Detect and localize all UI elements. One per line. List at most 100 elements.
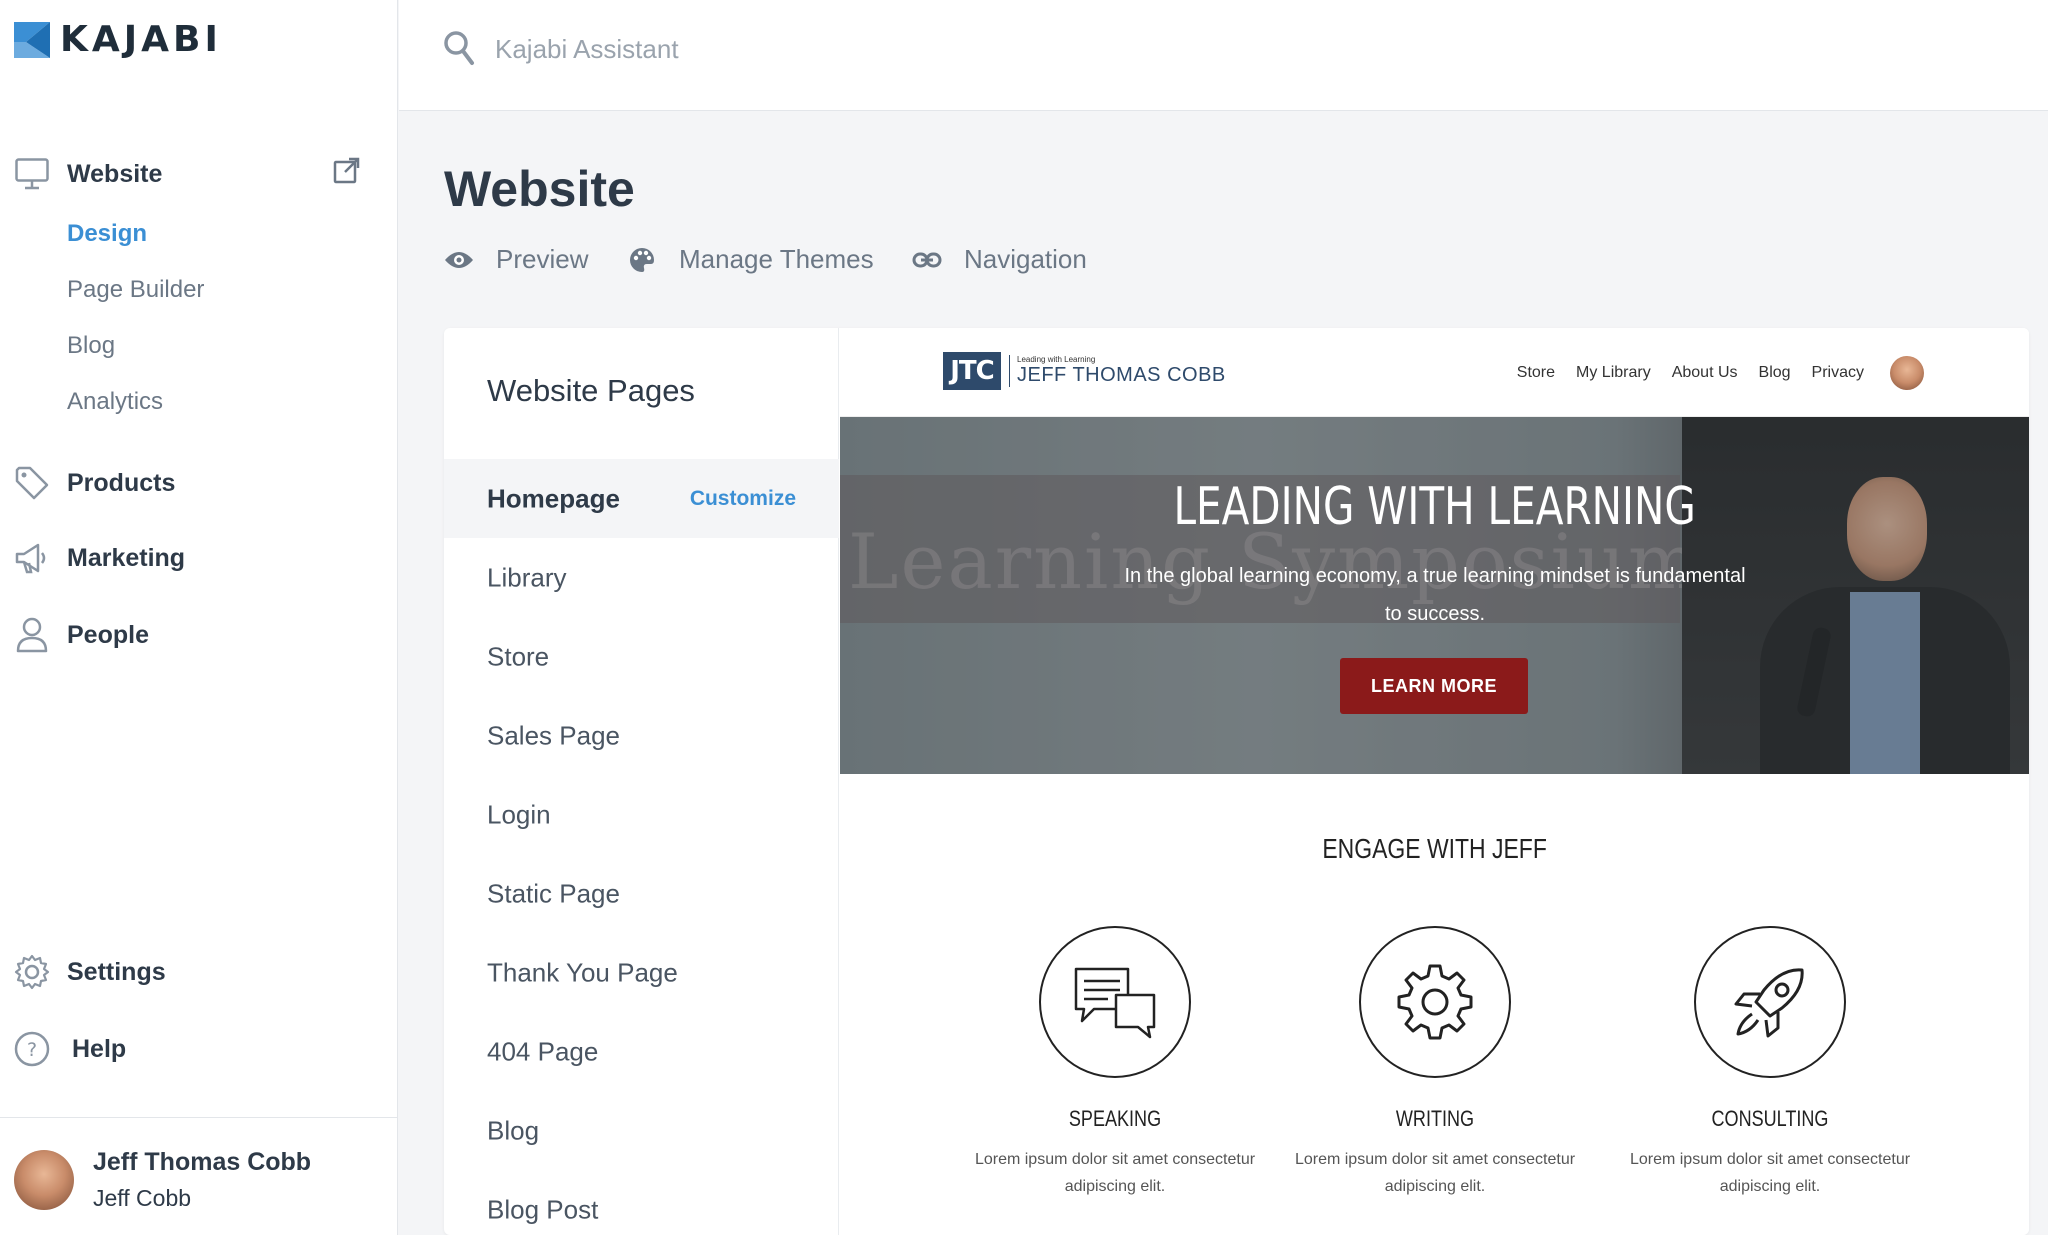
sidebar-subitem-design[interactable]: Design xyxy=(67,220,147,248)
customize-button[interactable]: Customize xyxy=(690,487,796,511)
navigation-link[interactable]: Navigation xyxy=(912,244,1087,275)
search-icon xyxy=(444,31,474,65)
page-row-thank-you-page[interactable]: Thank You Page xyxy=(444,933,839,1012)
feature-icon-circle xyxy=(1694,926,1846,1078)
sidebar-item-label: Website xyxy=(67,159,163,188)
kajabi-logo[interactable]: KAJABI xyxy=(14,22,222,58)
page-row-login[interactable]: Login xyxy=(444,775,839,854)
site-nav-about-us[interactable]: About Us xyxy=(1672,364,1738,382)
hero-title: LEADING WITH LEARNING xyxy=(1173,477,1696,537)
page-name: Thank You Page xyxy=(487,957,678,987)
sidebar-item-people[interactable]: People xyxy=(14,617,149,653)
feature-icon-circle xyxy=(1039,926,1191,1078)
tag-icon xyxy=(14,465,50,501)
site-logo[interactable]: JTC Leading with Learning JEFF THOMAS CO… xyxy=(943,352,1226,390)
sidebar-subitem-blog[interactable]: Blog xyxy=(67,332,115,360)
user-profile[interactable]: Jeff Thomas Cobb Jeff Cobb xyxy=(0,1117,397,1235)
sidebar-item-website[interactable]: Website xyxy=(14,156,162,192)
page-name: 404 Page xyxy=(487,1036,599,1066)
feature-speaking[interactable]: SPEAKING Lorem ipsum dolor sit amet cons… xyxy=(960,926,1270,1200)
page-name: Blog Post xyxy=(487,1194,599,1224)
page-name: Blog xyxy=(487,1115,540,1145)
navigation-label: Navigation xyxy=(964,244,1087,274)
feature-title: WRITING xyxy=(1395,1106,1475,1131)
page-row-homepage[interactable]: Homepage Customize xyxy=(444,459,839,538)
megaphone-icon xyxy=(14,540,50,576)
gear-icon xyxy=(14,954,50,990)
page-row-store[interactable]: Store xyxy=(444,617,839,696)
manage-themes-label: Manage Themes xyxy=(679,244,874,274)
page-name: Sales Page xyxy=(487,720,620,750)
page-title: Website xyxy=(444,161,635,217)
monitor-icon xyxy=(14,156,50,192)
kajabi-wordmark: KAJABI xyxy=(60,19,222,60)
sidebar-item-marketing[interactable]: Marketing xyxy=(14,540,185,576)
sidebar-item-label: Marketing xyxy=(67,543,186,572)
site-logo-tagline: Leading with Learning xyxy=(1017,355,1096,364)
link-icon xyxy=(912,245,942,275)
sidebar-item-label: Products xyxy=(67,468,176,497)
eye-icon xyxy=(444,245,474,275)
sidebar: KAJABI Website Design Page Builder Blog … xyxy=(0,0,398,1235)
hero-subtitle: In the global learning economy, a true l… xyxy=(1124,565,1746,625)
feature-icon-circle xyxy=(1359,926,1511,1078)
sidebar-item-label: Settings xyxy=(67,957,166,986)
palette-icon xyxy=(627,245,657,275)
sidebar-item-help[interactable]: ? Help xyxy=(14,1031,126,1067)
kajabi-logo-icon xyxy=(14,22,50,58)
engage-title: ENGAGE WITH JEFF xyxy=(1322,833,1547,864)
website-pages-panel: Website Pages Homepage Customize Library… xyxy=(444,328,839,1235)
avatar[interactable] xyxy=(14,1150,74,1210)
sidebar-subitem-page-builder[interactable]: Page Builder xyxy=(67,276,204,304)
page-row-sales-page[interactable]: Sales Page xyxy=(444,696,839,775)
feature-title: CONSULTING xyxy=(1711,1106,1829,1131)
sidebar-item-products[interactable]: Products xyxy=(14,465,175,501)
page-row-blog-post[interactable]: Blog Post xyxy=(444,1170,839,1235)
sidebar-subitem-analytics[interactable]: Analytics xyxy=(67,388,163,416)
page-row-404-page[interactable]: 404 Page xyxy=(444,1012,839,1091)
search-input[interactable] xyxy=(495,28,1095,70)
hero-section: Learning Symposium LEADING WITH LEARNING… xyxy=(840,417,2029,774)
page-name: Library xyxy=(487,562,567,592)
site-logo-name: JEFF THOMAS COBB xyxy=(1017,364,1226,386)
page-name: Static Page xyxy=(487,878,620,908)
avatar[interactable] xyxy=(1890,356,1924,390)
feature-writing[interactable]: WRITING Lorem ipsum dolor sit amet conse… xyxy=(1280,926,1590,1200)
help-icon: ? xyxy=(14,1031,50,1067)
gear-icon xyxy=(1397,964,1473,1040)
learn-more-button[interactable]: LEARN MORE xyxy=(1340,658,1528,714)
feature-description: Lorem ipsum dolor sit amet consectetur a… xyxy=(1629,1151,1911,1195)
sidebar-item-label: People xyxy=(67,620,149,649)
sidebar-item-settings[interactable]: Settings xyxy=(14,954,166,990)
site-nav-store[interactable]: Store xyxy=(1517,364,1555,382)
feature-consulting[interactable]: CONSULTING Lorem ipsum dolor sit amet co… xyxy=(1615,926,1925,1200)
feature-description: Lorem ipsum dolor sit amet consectetur a… xyxy=(1294,1151,1576,1195)
top-bar xyxy=(399,0,2048,111)
site-nav-privacy[interactable]: Privacy xyxy=(1812,364,1864,382)
user-subtitle: Jeff Cobb xyxy=(93,1185,192,1211)
feature-description: Lorem ipsum dolor sit amet consectetur a… xyxy=(974,1151,1256,1195)
rocket-icon xyxy=(1734,968,1804,1038)
site-preview[interactable]: JTC Leading with Learning JEFF THOMAS CO… xyxy=(840,328,2029,1235)
preview-label: Preview xyxy=(496,244,589,274)
manage-themes-link[interactable]: Manage Themes xyxy=(627,244,874,275)
site-header: JTC Leading with Learning JEFF THOMAS CO… xyxy=(840,328,2029,417)
website-pages-title: Website Pages xyxy=(487,373,695,408)
feature-title: SPEAKING xyxy=(1068,1106,1162,1131)
external-link-icon[interactable] xyxy=(332,156,362,186)
page-name: Login xyxy=(487,799,551,829)
preview-link[interactable]: Preview xyxy=(444,244,588,275)
page-name: Homepage xyxy=(487,483,620,513)
page-row-blog[interactable]: Blog xyxy=(444,1091,839,1170)
page-row-static-page[interactable]: Static Page xyxy=(444,854,839,933)
svg-text:?: ? xyxy=(27,1039,37,1061)
sidebar-item-label: Help xyxy=(72,1034,127,1063)
page-row-library[interactable]: Library xyxy=(444,538,839,617)
person-icon xyxy=(14,617,50,653)
site-nav: Store My Library About Us Blog Privacy xyxy=(1496,356,1924,390)
user-name: Jeff Thomas Cobb xyxy=(93,1148,312,1176)
website-pages-card: Website Pages Homepage Customize Library… xyxy=(444,328,2029,1235)
site-nav-my-library[interactable]: My Library xyxy=(1576,364,1651,382)
page-name: Store xyxy=(487,641,550,671)
site-nav-blog[interactable]: Blog xyxy=(1759,364,1791,382)
